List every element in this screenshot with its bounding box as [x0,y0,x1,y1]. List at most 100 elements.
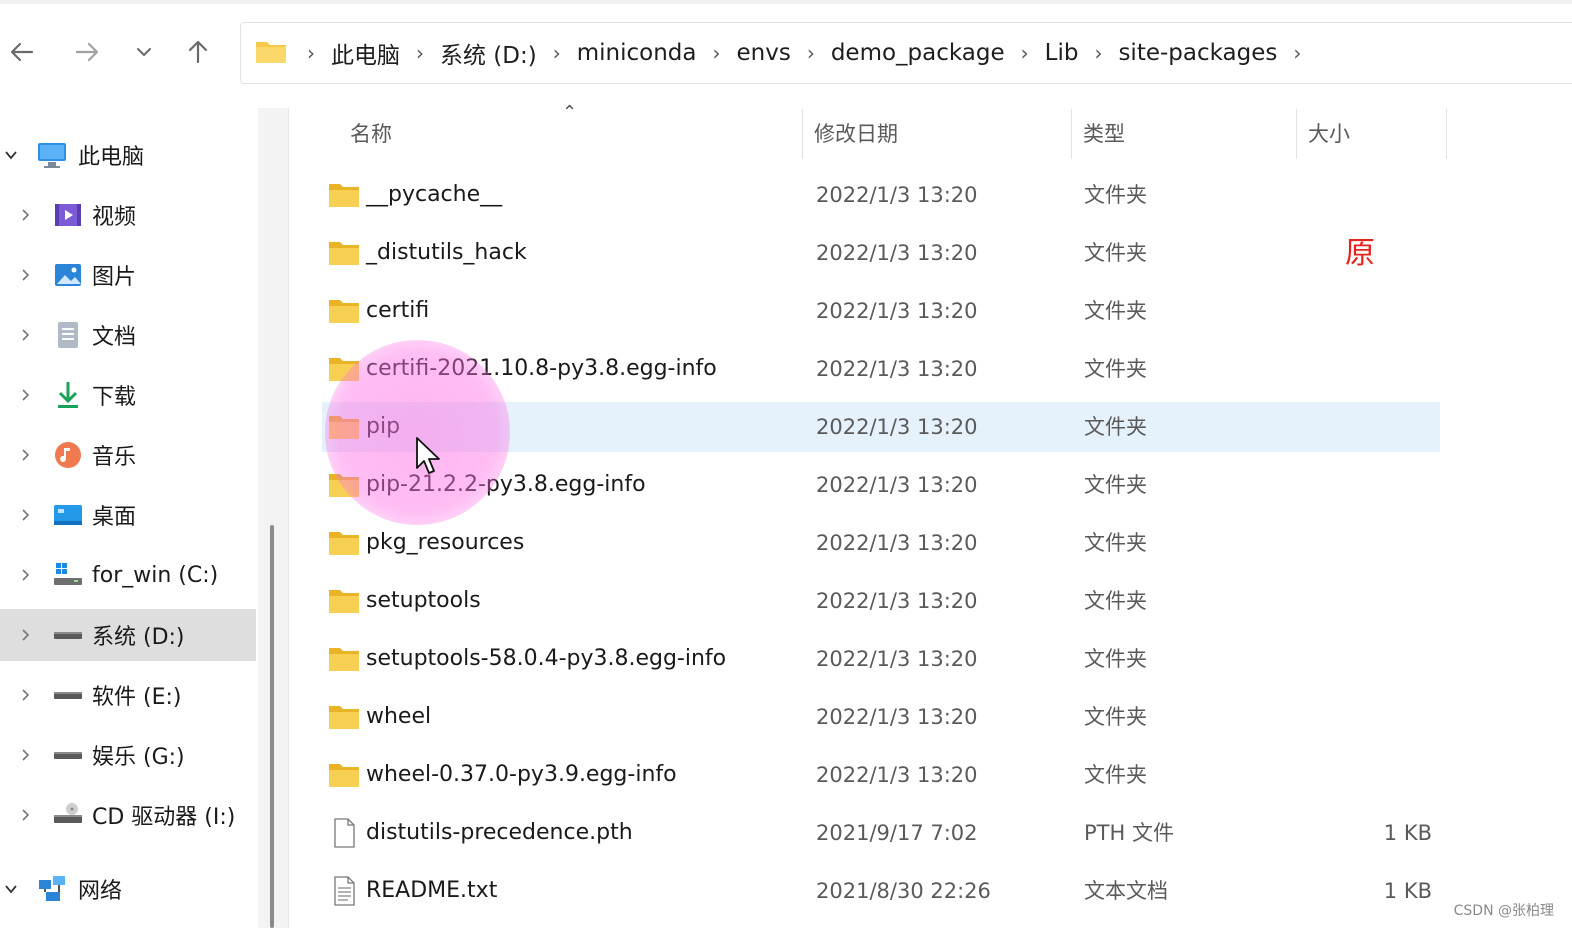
file-date: 2022/1/3 13:20 [816,763,978,787]
file-date: 2022/1/3 13:20 [816,241,978,265]
chevron-right-icon[interactable] [16,806,34,824]
sidebar-item[interactable]: 视频 [0,189,256,241]
file-type: 文件夹 [1084,705,1147,729]
navigation-scrollbar-thumb[interactable] [270,525,274,928]
column-header-type[interactable]: 类型 [1083,105,1125,160]
column-divider[interactable] [1446,109,1447,159]
chevron-right-icon[interactable] [16,626,34,644]
file-date: 2022/1/3 13:20 [816,183,978,207]
pane-divider[interactable] [288,108,289,928]
file-date: 2022/1/3 13:20 [816,705,978,729]
breadcrumb-item[interactable]: site-packages [1108,40,1287,66]
recent-locations-button[interactable] [122,30,166,74]
sidebar-item[interactable]: 娱乐 (G:) [0,729,256,781]
column-header-date[interactable]: 修改日期 [814,105,898,160]
file-row[interactable]: pip 2022/1/3 13:20 文件夹 [322,402,1440,452]
chevron-right-icon[interactable] [16,206,34,224]
file-type: 文本文档 [1084,879,1168,903]
column-divider[interactable] [1296,109,1297,159]
file-row[interactable]: pip-21.2.2-py3.8.egg-info 2022/1/3 13:20 文… [322,460,1440,510]
sidebar-item-label: 网络 [78,879,123,904]
back-button[interactable] [0,30,44,74]
file-row[interactable]: distutils-precedence.pth 2021/9/17 7:02 PT… [322,808,1440,858]
address-bar[interactable]: › 此电脑 › 系统 (D:) › miniconda › envs › demo_packag… [240,22,1572,84]
chevron-right-icon[interactable] [16,506,34,524]
window-top-border [0,0,1572,4]
breadcrumb-separator-icon[interactable]: › [547,41,567,65]
annotation-text: 原 [1345,236,1375,271]
sidebar-item[interactable]: 此电脑 [0,129,256,181]
breadcrumb-item[interactable]: envs [726,40,800,66]
video-icon [52,199,84,231]
file-row[interactable]: pkg_resources 2022/1/3 13:20 文件夹 [322,518,1440,568]
up-button[interactable] [176,30,220,74]
breadcrumb-item[interactable]: Lib [1035,40,1089,66]
breadcrumb-item[interactable]: miniconda [567,40,707,66]
breadcrumb-separator-icon[interactable]: › [301,41,321,65]
chevron-right-icon[interactable] [16,326,34,344]
chevron-down-icon[interactable] [2,880,20,898]
sidebar-item-label: 桌面 [92,505,137,530]
sidebar-item-label: 下载 [92,385,137,410]
file-name: _distutils_hack [366,240,527,265]
breadcrumb-item[interactable]: demo_package [821,40,1015,66]
column-divider[interactable] [1071,109,1072,159]
sidebar-item[interactable]: 图片 [0,249,256,301]
chevron-right-icon[interactable] [16,746,34,764]
forward-button[interactable] [65,30,109,74]
chevron-right-icon[interactable] [16,266,34,284]
chevron-right-icon[interactable] [16,446,34,464]
breadcrumb-separator-icon[interactable]: › [706,41,726,65]
file-row[interactable]: setuptools-58.0.4-py3.8.egg-info 2022/1/3… [322,634,1440,684]
sidebar-item[interactable]: for_win (C:) [0,549,256,601]
sidebar-item-label: 音乐 [92,445,137,470]
sidebar-item-label: for_win (C:) [92,562,219,588]
sidebar-item[interactable]: 音乐 [0,429,256,481]
breadcrumb-separator-icon[interactable]: › [410,41,430,65]
sidebar-item[interactable]: 网络 [0,863,256,915]
breadcrumb-item[interactable]: 此电脑 [321,36,410,70]
file-type: PTH 文件 [1084,821,1174,845]
file-row[interactable]: wheel-0.37.0-py3.9.egg-info 2022/1/3 13:2… [322,750,1440,800]
sidebar-item[interactable]: 文档 [0,309,256,361]
sidebar-item[interactable]: 系统 (D:) [0,609,256,661]
file-row[interactable]: README.txt 2021/8/30 22:26 文本文档 1 KB [322,866,1440,916]
file-date: 2022/1/3 13:20 [816,415,978,439]
file-row[interactable]: setuptools 2022/1/3 13:20 文件夹 [322,576,1440,626]
breadcrumb-item[interactable]: 系统 (D:) [430,36,547,70]
folder-icon [328,644,360,674]
file-date: 2021/8/30 22:26 [816,879,991,903]
breadcrumb-separator-icon[interactable]: › [1015,41,1035,65]
file-icon [328,818,360,848]
chevron-down-icon[interactable] [2,146,20,164]
file-row[interactable]: _distutils_hack 2022/1/3 13:20 文件夹 [322,228,1440,278]
breadcrumb-separator-icon[interactable]: › [1088,41,1108,65]
sidebar-item[interactable]: CD 驱动器 (I:) [0,789,256,841]
breadcrumb-separator-icon[interactable]: › [801,41,821,65]
column-header-name[interactable]: 名称 [350,105,392,160]
picture-icon [52,259,84,291]
watermark: CSDN @张柏理 [1453,903,1554,919]
file-type: 文件夹 [1084,357,1147,381]
file-row[interactable]: wheel 2022/1/3 13:20 文件夹 [322,692,1440,742]
drive-icon [52,619,84,651]
file-name: pip [366,414,401,439]
sidebar-item[interactable]: 软件 (E:) [0,669,256,721]
up-arrow-icon [188,40,208,64]
file-name: certifi [366,298,430,323]
file-row[interactable]: __pycache__ 2022/1/3 13:20 文件夹 [322,170,1440,220]
sidebar-item[interactable]: 桌面 [0,489,256,541]
breadcrumb-separator-icon[interactable]: › [1287,41,1307,65]
document-icon [52,319,84,351]
file-type: 文件夹 [1084,763,1147,787]
file-row[interactable]: certifi 2022/1/3 13:20 文件夹 [322,286,1440,336]
chevron-right-icon[interactable] [16,686,34,704]
file-row[interactable]: certifi-2021.10.8-py3.8.egg-info 2022/1/3… [322,344,1440,394]
column-divider[interactable] [802,109,803,159]
text-file-icon [328,876,360,906]
sidebar-item[interactable]: 下载 [0,369,256,421]
file-date: 2022/1/3 13:20 [816,647,978,671]
chevron-right-icon[interactable] [16,386,34,404]
chevron-right-icon[interactable] [16,566,34,584]
column-header-size[interactable]: 大小 [1308,105,1350,160]
